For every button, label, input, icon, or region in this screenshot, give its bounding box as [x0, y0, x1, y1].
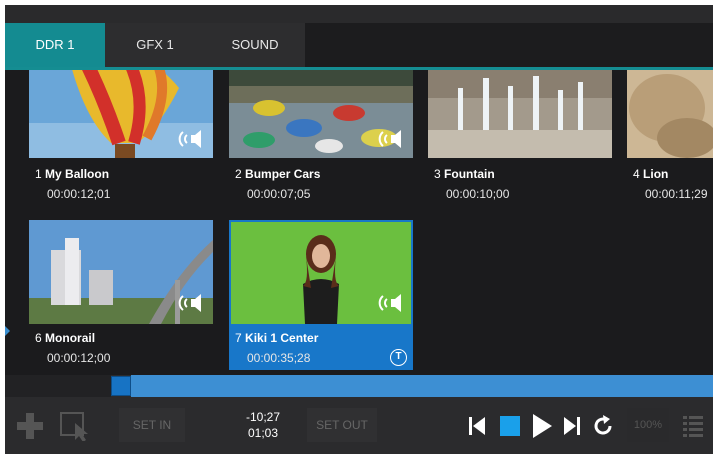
- tab-bar: DDR 1 GFX 1 SOUND: [5, 23, 713, 67]
- clip-thumbnail: [428, 70, 612, 158]
- tab-ddr1[interactable]: DDR 1: [5, 23, 105, 67]
- set-out-button[interactable]: SET OUT: [307, 408, 377, 442]
- tab-gfx1[interactable]: GFX 1: [105, 23, 205, 67]
- tab-sound[interactable]: SOUND: [205, 23, 305, 67]
- select-region-icon[interactable]: [59, 411, 93, 441]
- clip-thumbnail: [627, 70, 713, 158]
- scrubber-handle[interactable]: [111, 376, 131, 396]
- time-display: -10;27 01;03: [235, 409, 291, 441]
- transport-controls: SET IN -10;27 01;03 SET OUT 100%: [5, 397, 713, 454]
- clip-name: My Balloon: [45, 167, 110, 181]
- title-badge-icon: T: [390, 349, 407, 366]
- clip-number: 1: [35, 167, 42, 181]
- skip-back-icon[interactable]: [467, 415, 487, 437]
- list-menu-icon[interactable]: [681, 413, 705, 439]
- audio-icon: [178, 294, 201, 312]
- clip-tile[interactable]: 2 Bumper Cars 00:00:07;05: [229, 70, 413, 218]
- clip-name: Kiki 1 Center: [245, 331, 319, 345]
- clip-timecode: 00:00:35;28: [247, 351, 311, 365]
- clip-tile[interactable]: 6 Monorail 00:00:12;00: [29, 220, 213, 370]
- scrubber-played: [5, 375, 111, 397]
- ddr-panel: DDR 1 GFX 1 SOUND 1 My Balloon 00:00:12;…: [5, 5, 713, 454]
- add-icon[interactable]: [15, 411, 45, 441]
- clip-number: 4: [633, 167, 640, 181]
- clip-name: Bumper Cars: [245, 167, 321, 181]
- clip-number: 2: [235, 167, 242, 181]
- clip-tile[interactable]: 4 Lion 00:00:11;29: [627, 70, 713, 218]
- clip-timecode: 00:00:07;05: [247, 187, 311, 201]
- drop-marker-icon: [5, 326, 10, 336]
- play-icon[interactable]: [530, 412, 554, 440]
- clip-tile[interactable]: 3 Fountain 00:00:10;00: [428, 70, 612, 218]
- audio-icon: [378, 130, 401, 148]
- clip-number: 6: [35, 331, 42, 345]
- audio-icon: [178, 130, 201, 148]
- stop-icon[interactable]: [499, 415, 521, 437]
- clip-name: Monorail: [45, 331, 96, 345]
- clip-timecode: 00:00:12;01: [47, 187, 111, 201]
- audio-icon: [378, 294, 401, 312]
- title-strip: [5, 5, 713, 23]
- zoom-level[interactable]: 100%: [627, 408, 669, 442]
- clip-name: Lion: [643, 167, 669, 181]
- skip-forward-icon[interactable]: [562, 415, 582, 437]
- clip-number: 7: [235, 331, 242, 345]
- clip-tile[interactable]: 1 My Balloon 00:00:12;01: [29, 70, 213, 218]
- loop-icon[interactable]: [591, 414, 615, 438]
- scrubber-remaining: [131, 375, 713, 397]
- time-remaining: -10;27: [245, 410, 281, 424]
- time-elapsed: 01;03: [247, 426, 279, 440]
- clip-timecode: 00:00:10;00: [446, 187, 510, 201]
- clip-name: Fountain: [444, 167, 495, 181]
- clip-timecode: 00:00:12;00: [47, 351, 111, 365]
- playback-scrubber[interactable]: [5, 375, 713, 397]
- set-in-button[interactable]: SET IN: [119, 408, 185, 442]
- clip-number: 3: [434, 167, 441, 181]
- clip-tile-selected[interactable]: 7 Kiki 1 Center 00:00:35;28 T: [229, 220, 413, 370]
- clip-grid: 1 My Balloon 00:00:12;01 2 Bumper Cars 0…: [5, 70, 713, 375]
- tab-bar-empty: [305, 23, 713, 67]
- clip-timecode: 00:00:11;29: [645, 187, 708, 201]
